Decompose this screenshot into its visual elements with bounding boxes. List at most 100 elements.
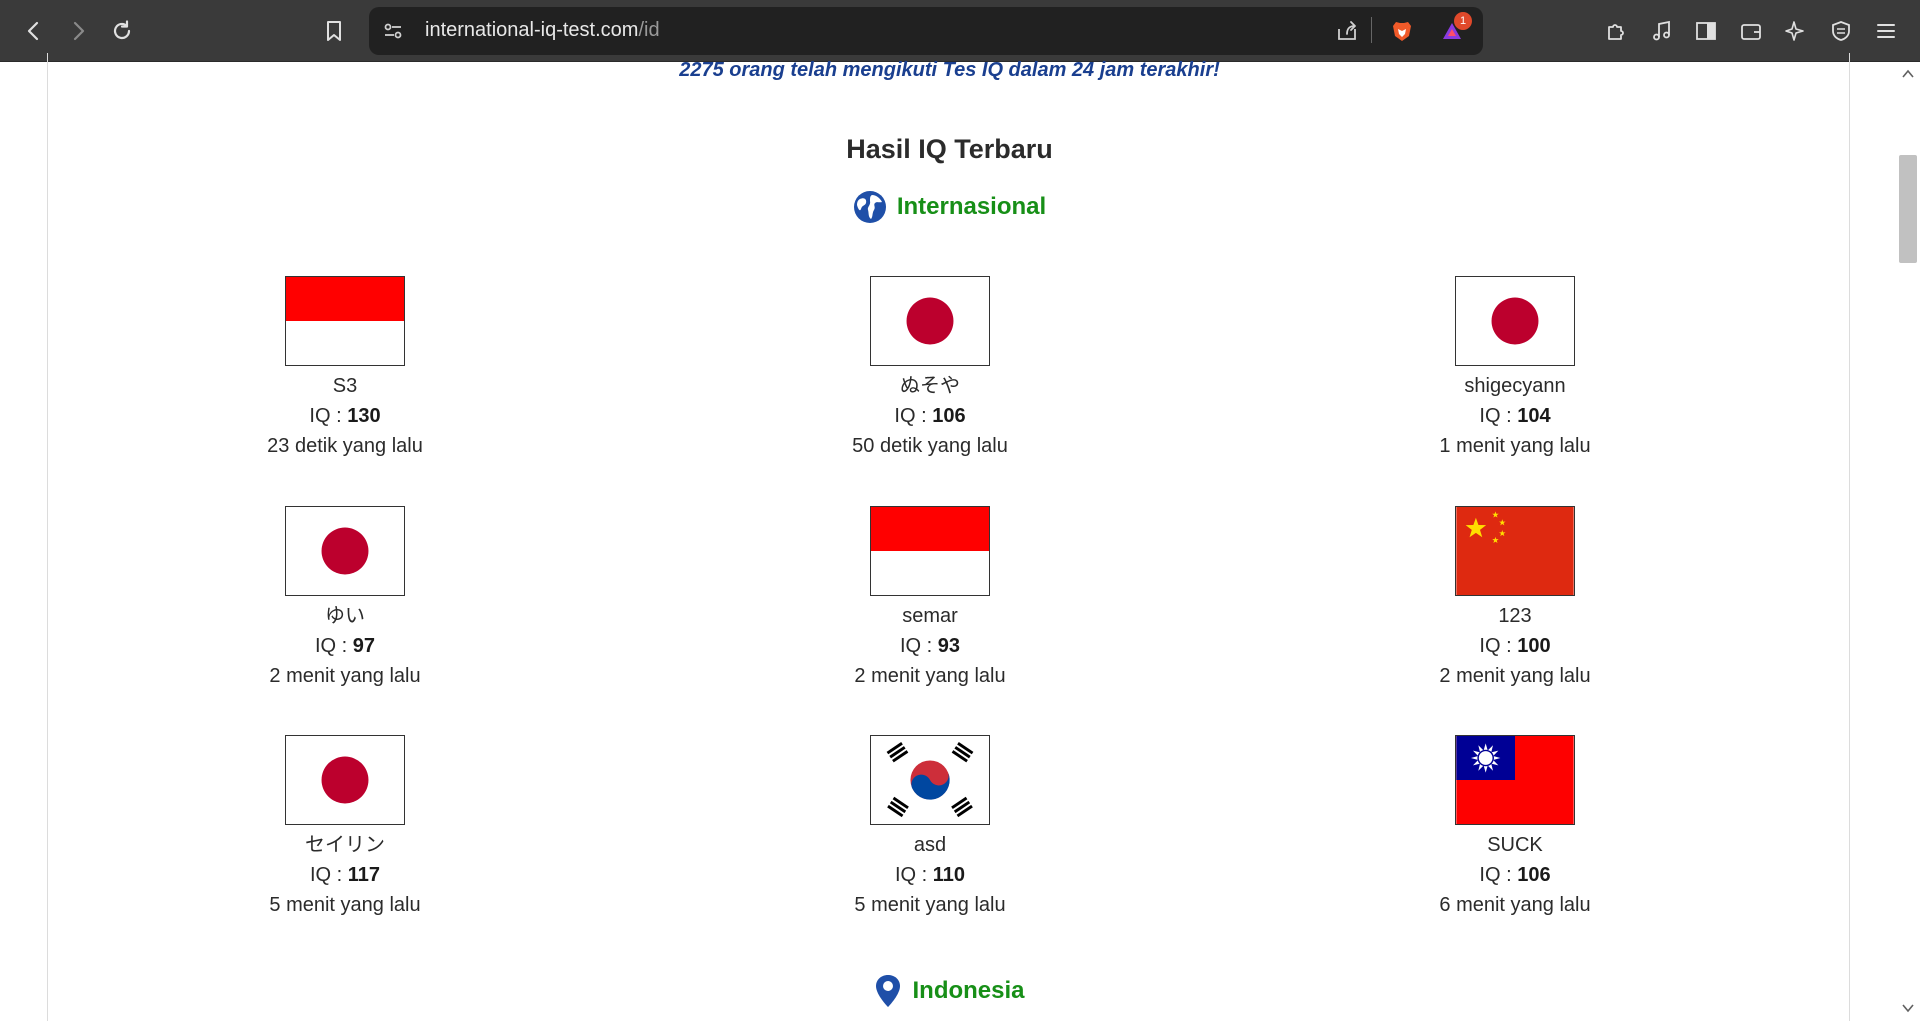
wallet-button[interactable] [1735, 15, 1767, 47]
result-name: SUCK [1487, 834, 1543, 856]
media-button[interactable] [1646, 15, 1678, 47]
indonesia-heading: Indonesia [48, 973, 1851, 1009]
reload-icon [113, 20, 131, 40]
notification-badge: 1 [1454, 12, 1472, 30]
url-path: /id [638, 19, 660, 41]
brave-shields-button[interactable] [1386, 15, 1418, 47]
result-card: セイリン IQ : 117 5 menit yang lalu [225, 735, 465, 918]
result-card: 123 IQ : 100 2 menit yang lalu [1395, 506, 1635, 689]
flag-japan-icon [285, 735, 405, 825]
iq-value: 104 [1517, 405, 1551, 427]
result-time: 2 menit yang lalu [1439, 665, 1591, 687]
scrollbar-thumb[interactable] [1899, 155, 1917, 263]
map-pin-icon [876, 975, 901, 1007]
result-time: 23 detik yang lalu [267, 435, 423, 457]
result-time: 5 menit yang lalu [854, 894, 1006, 916]
iq-value: 93 [937, 635, 961, 657]
result-time: 5 menit yang lalu [269, 894, 421, 916]
result-name: ゆい [325, 605, 365, 627]
result-name: asd [913, 834, 947, 856]
international-heading: Internasional [48, 190, 1851, 224]
menu-button[interactable] [1870, 15, 1902, 47]
address-bar[interactable]: international-iq-test.com/id [369, 7, 1483, 55]
iq-prefix: IQ : [314, 635, 353, 657]
address-separator [1371, 17, 1372, 43]
iq-prefix: IQ : [899, 635, 938, 657]
result-card: SUCK IQ : 106 6 menit yang lalu [1395, 735, 1635, 918]
visitors-count-text: 2275 orang telah mengikuti Tes IQ dalam … [679, 59, 1220, 81]
result-iq: IQ : 117 [225, 862, 465, 888]
result-time: 2 menit yang lalu [854, 665, 1006, 687]
content-container: 2275 orang telah mengikuti Tes IQ dalam … [47, 53, 1850, 1021]
flag-south-korea-icon [870, 735, 990, 825]
scroll-down-arrow-icon[interactable] [1902, 1003, 1914, 1013]
iq-value: 106 [932, 405, 966, 427]
sidebar-icon [1696, 22, 1716, 40]
result-iq: IQ : 104 [1395, 403, 1635, 429]
brave-rewards-button[interactable]: 1 [1436, 12, 1472, 47]
iq-value: 97 [352, 635, 376, 657]
result-iq: IQ : 97 [225, 633, 465, 659]
page-viewport: 2275 orang telah mengikuti Tes IQ dalam … [0, 53, 1920, 1021]
result-card: semar IQ : 93 2 menit yang lalu [810, 506, 1050, 689]
site-settings-icon[interactable] [381, 19, 405, 43]
result-iq: IQ : 110 [810, 862, 1050, 888]
vertical-scrollbar[interactable] [1896, 63, 1920, 1021]
indonesia-label: Indonesia [912, 977, 1025, 1004]
result-iq: IQ : 106 [1395, 862, 1635, 888]
sparkle-icon [1785, 21, 1804, 41]
result-iq: IQ : 106 [810, 403, 1050, 429]
result-time: 50 detik yang lalu [852, 435, 1008, 457]
flag-indonesia-icon [870, 506, 990, 596]
result-name: S3 [332, 375, 358, 397]
result-iq: IQ : 93 [810, 633, 1050, 659]
result-iq: IQ : 100 [1395, 633, 1635, 659]
globe-icon [853, 191, 886, 223]
back-arrow-icon [27, 21, 39, 41]
share-button[interactable] [1333, 17, 1361, 45]
iq-prefix: IQ : [1479, 864, 1518, 886]
result-time: 1 menit yang lalu [1439, 435, 1591, 457]
vpn-button[interactable] [1825, 15, 1857, 47]
reload-button[interactable] [104, 13, 140, 49]
iq-prefix: IQ : [309, 864, 348, 886]
bookmark-icon [327, 21, 341, 41]
share-icon [1338, 21, 1356, 40]
sidebar-button[interactable] [1690, 15, 1722, 47]
flag-china-icon [1455, 506, 1575, 596]
result-time: 6 menit yang lalu [1439, 894, 1591, 916]
scroll-up-arrow-icon[interactable] [1902, 69, 1914, 79]
international-label: Internasional [896, 193, 1047, 220]
iq-prefix: IQ : [309, 405, 348, 427]
forward-arrow-icon [73, 21, 85, 41]
puzzle-icon [1608, 24, 1624, 40]
iq-prefix: IQ : [894, 405, 933, 427]
result-card: S3 IQ : 130 23 detik yang lalu [225, 276, 465, 459]
flag-japan-icon [285, 506, 405, 596]
wallet-icon [1741, 24, 1761, 40]
iq-value: 117 [347, 864, 381, 886]
iq-prefix: IQ : [894, 864, 933, 886]
result-name: ぬそや [900, 375, 960, 397]
url-text: international-iq-test.com/id [425, 19, 660, 42]
iq-value: 106 [1517, 864, 1551, 886]
back-button[interactable] [16, 13, 52, 49]
forward-button[interactable] [60, 13, 96, 49]
music-note-icon [1653, 20, 1670, 41]
result-iq: IQ : 130 [225, 403, 465, 429]
section-title: Hasil IQ Terbaru [846, 134, 1053, 164]
shield-icon [1832, 21, 1850, 41]
hamburger-menu-icon [1877, 24, 1895, 38]
result-name: shigecyann [1464, 375, 1566, 397]
iq-prefix: IQ : [1479, 635, 1518, 657]
url-host: international-iq-test.com [425, 19, 639, 41]
bookmark-button[interactable] [316, 13, 352, 49]
result-card: ゆい IQ : 97 2 menit yang lalu [225, 506, 465, 689]
extensions-button[interactable] [1600, 15, 1632, 47]
iq-value: 100 [1517, 635, 1551, 657]
flag-japan-icon [870, 276, 990, 366]
leo-ai-button[interactable] [1780, 15, 1812, 47]
iq-value: 110 [932, 864, 966, 886]
result-card: asd IQ : 110 5 menit yang lalu [810, 735, 1050, 918]
brave-lion-icon [1393, 22, 1411, 41]
